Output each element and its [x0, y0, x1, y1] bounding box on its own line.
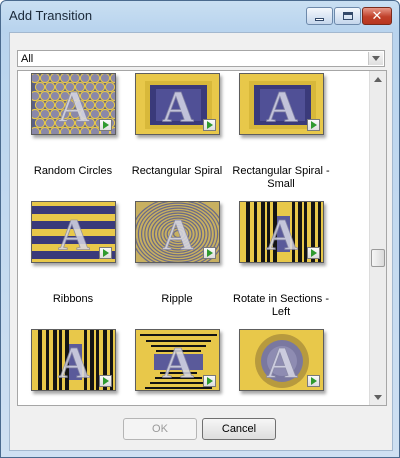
play-icon — [103, 121, 109, 129]
transition-list[interactable]: A Random Circles A Rectangular Spiral A Recta… — [17, 70, 387, 406]
category-dropdown-value: All — [21, 53, 34, 65]
vertical-scrollbar[interactable] — [369, 71, 386, 405]
svg-text:A: A — [162, 210, 194, 259]
svg-text:A: A — [266, 82, 298, 131]
svg-text:A: A — [58, 82, 90, 131]
minimize-button[interactable] — [306, 7, 333, 25]
svg-text:A: A — [266, 210, 298, 259]
scroll-down-icon — [374, 394, 382, 400]
transition-thumbnail[interactable]: A — [135, 73, 220, 135]
transition-label: Rotate in Sections - Left — [233, 293, 329, 318]
play-icon — [207, 377, 213, 385]
minimize-icon — [315, 17, 324, 21]
window-title: Add Transition — [9, 8, 93, 23]
category-dropdown[interactable]: All — [17, 50, 385, 67]
scrollbar-thumb[interactable] — [371, 249, 385, 267]
play-icon — [311, 249, 317, 257]
dialog-client-area: All A Random Circles A Rectangular Spiral A R… — [9, 32, 393, 451]
scroll-down-button[interactable] — [370, 389, 386, 405]
transition-thumbnail[interactable]: A — [135, 201, 220, 263]
title-bar[interactable]: Add Transition ✕ — [1, 1, 399, 31]
maximize-button[interactable] — [334, 7, 361, 25]
close-button[interactable]: ✕ — [362, 7, 392, 25]
transition-label: Random Circles — [33, 165, 113, 177]
ok-button[interactable]: OK — [123, 418, 197, 440]
transition-thumbnail[interactable]: A — [31, 329, 116, 391]
transition-thumbnail[interactable]: A — [239, 329, 324, 391]
close-icon: ✕ — [371, 8, 383, 24]
maximize-icon — [342, 12, 353, 20]
transition-label: Ripple — [161, 293, 193, 305]
play-icon — [207, 121, 213, 129]
transition-thumbnail[interactable]: A — [31, 201, 116, 263]
preview-play-button[interactable] — [99, 119, 112, 131]
preview-play-button[interactable] — [203, 119, 216, 131]
play-icon — [311, 121, 317, 129]
preview-play-button[interactable] — [307, 375, 320, 387]
chevron-down-icon — [372, 56, 380, 61]
play-icon — [103, 377, 109, 385]
svg-text:A: A — [162, 338, 194, 387]
preview-play-button[interactable] — [203, 247, 216, 259]
preview-play-button[interactable] — [99, 247, 112, 259]
play-icon — [311, 377, 317, 385]
preview-play-button[interactable] — [307, 247, 320, 259]
svg-text:A: A — [162, 82, 194, 131]
svg-text:A: A — [58, 338, 90, 387]
play-icon — [207, 249, 213, 257]
transition-label: Rectangular Spiral - Small — [232, 165, 330, 190]
preview-play-button[interactable] — [307, 119, 320, 131]
transition-thumbnail[interactable]: A — [239, 201, 324, 263]
svg-text:A: A — [58, 210, 90, 259]
add-transition-dialog: Add Transition ✕ All A Random Circles A Rec… — [0, 0, 400, 458]
play-icon — [103, 249, 109, 257]
transition-label: Rectangular Spiral — [131, 165, 223, 177]
dropdown-arrow-button[interactable] — [368, 52, 383, 65]
svg-text:A: A — [266, 338, 298, 387]
transition-label: Ribbons — [52, 293, 94, 305]
scroll-up-icon — [374, 76, 382, 82]
preview-play-button[interactable] — [203, 375, 216, 387]
transition-thumbnail[interactable]: A — [239, 73, 324, 135]
preview-play-button[interactable] — [99, 375, 112, 387]
transition-thumbnail[interactable]: A — [31, 73, 116, 135]
scroll-up-button[interactable] — [370, 71, 386, 87]
transition-thumbnail[interactable]: A — [135, 329, 220, 391]
cancel-button[interactable]: Cancel — [202, 418, 276, 440]
